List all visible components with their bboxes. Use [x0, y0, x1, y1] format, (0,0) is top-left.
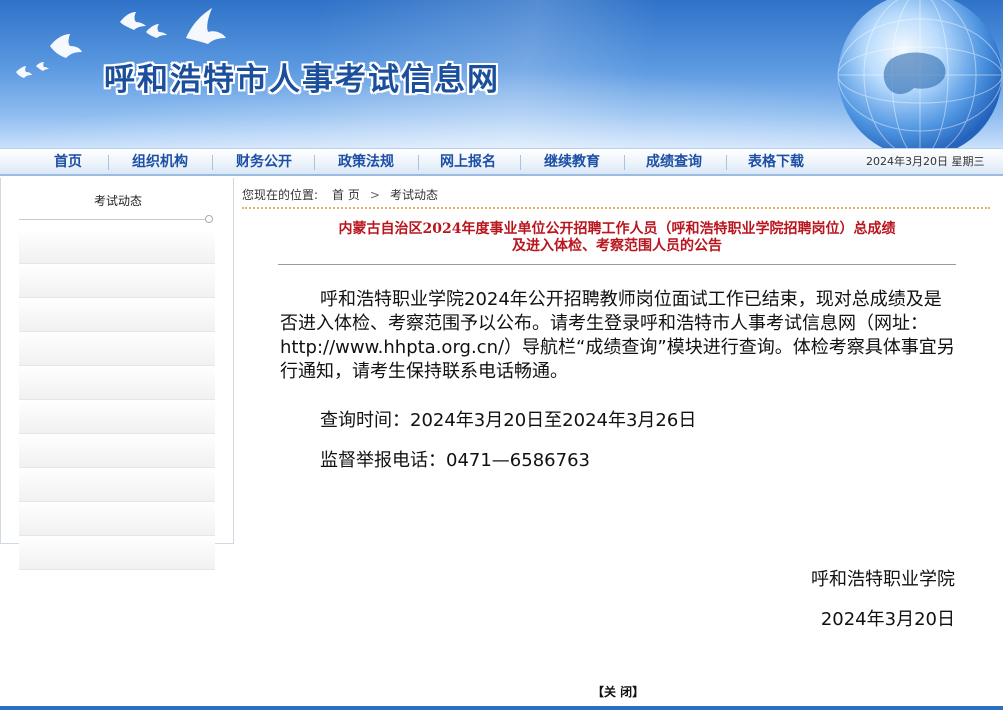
- report-hotline: 监督举报电话：0471—6586763: [320, 450, 590, 471]
- list-item: [19, 264, 215, 298]
- close-button[interactable]: 【关 闭】: [592, 683, 644, 700]
- nav-separator: [418, 155, 419, 170]
- list-item: [19, 536, 215, 570]
- footer-bar: [0, 706, 1003, 710]
- article-body: 呼和浩特职业学院2024年公开招聘教师岗位面试工作已结束，现对总成绩及是否进入体…: [280, 289, 955, 382]
- nav-item-organization[interactable]: 组织机构: [120, 149, 200, 175]
- chevron-right-icon: >: [369, 188, 380, 202]
- current-date: 2024年3月20日 星期三: [866, 155, 985, 168]
- site-title: 呼和浩特市人事考试信息网: [104, 62, 500, 98]
- article-title-line: 及进入体检、考察范围人员的公告: [512, 238, 722, 254]
- breadcrumb-divider: [242, 207, 990, 209]
- breadcrumb-prefix: 您现在的位置:: [242, 188, 319, 202]
- nav-separator: [212, 155, 213, 170]
- nav-item-policy[interactable]: 政策法规: [326, 149, 406, 175]
- breadcrumb-current-link[interactable]: 考试动态: [390, 186, 438, 204]
- article-divider: [278, 264, 956, 265]
- nav-separator: [520, 155, 521, 170]
- nav-item-finance[interactable]: 财务公开: [224, 149, 304, 175]
- sidebar-divider: [19, 219, 209, 220]
- nav-separator: [726, 155, 727, 170]
- sidebar: 考试动态: [0, 178, 235, 570]
- sidebar-list: [19, 230, 215, 570]
- list-item: [19, 366, 215, 400]
- list-item: [19, 502, 215, 536]
- main-nav: 首页 组织机构 财务公开 政策法规 网上报名 继续教育 成绩查询 表格下载 20…: [0, 148, 1003, 176]
- list-item: [19, 332, 215, 366]
- article-title-line: 内蒙古自治区2024年度事业单位公开招聘工作人员（呼和浩特职业学院招聘岗位）总成…: [338, 221, 896, 237]
- nav-item-registration[interactable]: 网上报名: [428, 149, 508, 175]
- article-title: 内蒙古自治区2024年度事业单位公开招聘工作人员（呼和浩特职业学院招聘岗位）总成…: [278, 221, 956, 255]
- list-item: [19, 434, 215, 468]
- header-banner: 呼和浩特市人事考试信息网: [0, 0, 1003, 148]
- breadcrumb: 您现在的位置: 首 页 > 考试动态: [242, 186, 438, 204]
- nav-separator: [624, 155, 625, 170]
- list-item: [19, 298, 215, 332]
- sidebar-title[interactable]: 考试动态: [1, 192, 235, 209]
- nav-item-score-query[interactable]: 成绩查询: [634, 149, 714, 175]
- signature-date: 2024年3月20日: [820, 609, 955, 630]
- globe-icon: [837, 0, 1003, 148]
- nav-separator: [314, 155, 315, 170]
- breadcrumb-home-link[interactable]: 首 页: [332, 186, 360, 204]
- list-item: [19, 230, 215, 264]
- nav-item-forms[interactable]: 表格下载: [736, 149, 816, 175]
- sidebar-divider-dot: [205, 215, 213, 223]
- nav-item-home[interactable]: 首页: [38, 149, 98, 175]
- signature-organization: 呼和浩特职业学院: [811, 569, 955, 590]
- nav-item-education[interactable]: 继续教育: [532, 149, 612, 175]
- nav-separator: [108, 155, 109, 170]
- list-item: [19, 400, 215, 434]
- query-time: 查询时间：2024年3月20日至2024年3月26日: [320, 410, 697, 431]
- list-item: [19, 468, 215, 502]
